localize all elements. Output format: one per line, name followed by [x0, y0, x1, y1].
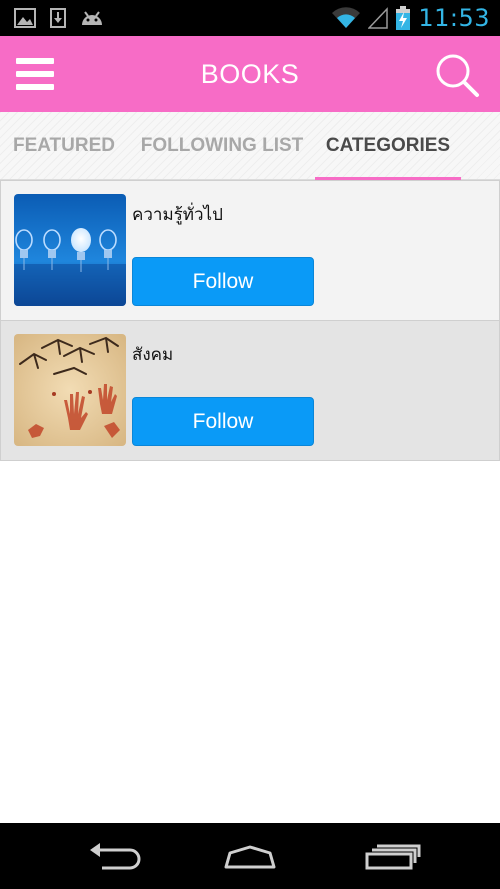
tab-categories-label: CATEGORIES: [325, 135, 451, 156]
download-icon: [50, 8, 66, 28]
back-icon[interactable]: [72, 823, 152, 889]
category-name: สังคม: [132, 345, 174, 365]
tab-featured-label: FEATURED: [12, 135, 116, 156]
follow-button[interactable]: Follow: [132, 257, 314, 306]
home-icon[interactable]: [210, 823, 290, 889]
category-row[interactable]: ความรู้ทั่วไป Follow: [0, 180, 500, 321]
action-bar: BOOKS: [0, 36, 500, 112]
tab-categories[interactable]: CATEGORIES: [315, 112, 461, 180]
android-debug-icon: [82, 11, 102, 25]
clock: 11:53: [418, 4, 490, 32]
gallery-icon: [14, 8, 36, 28]
page-title: BOOKS: [200, 59, 300, 89]
tab-strip: FEATURED FOLLOWING LIST CATEGORIES: [0, 112, 500, 180]
tab-featured[interactable]: FEATURED: [4, 112, 124, 180]
navigation-bar: [0, 823, 500, 889]
cave-painting-image: [14, 334, 126, 446]
recent-apps-icon[interactable]: [350, 823, 430, 889]
search-icon[interactable]: [434, 52, 480, 98]
category-row[interactable]: สังคม Follow: [0, 320, 500, 461]
wifi-icon: [332, 7, 361, 29]
category-name: ความรู้ทั่วไป: [132, 205, 223, 225]
status-bar: 11:53: [0, 0, 500, 36]
follow-button[interactable]: Follow: [132, 397, 314, 446]
tab-following-list-label: FOLLOWING LIST: [140, 135, 304, 156]
tab-following-list[interactable]: FOLLOWING LIST: [140, 112, 304, 180]
system-icons: 11:53: [332, 0, 490, 36]
notification-icons: [14, 7, 104, 29]
light-bulbs-image: [14, 194, 126, 306]
signal-icon: [368, 7, 389, 29]
battery-charging-icon: [396, 6, 411, 30]
